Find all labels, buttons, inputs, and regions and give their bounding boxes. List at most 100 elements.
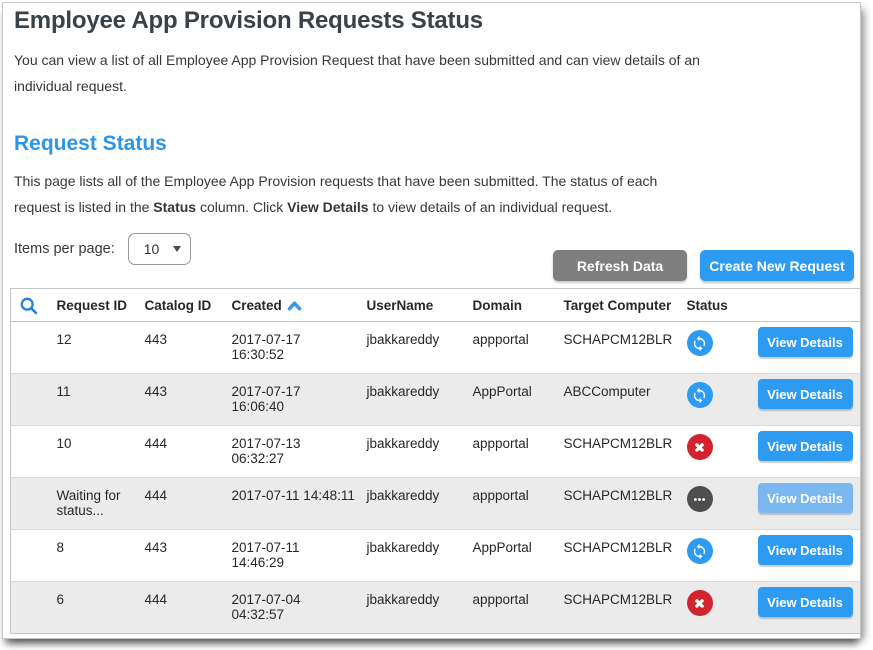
cell-spacer [11, 426, 46, 478]
error-x-icon [687, 590, 713, 616]
view-details-button[interactable]: View Details [758, 431, 853, 461]
chevron-down-icon [173, 246, 181, 252]
view-details-button[interactable]: View Details [758, 587, 853, 617]
cell-created: 2017-07-13 06:32:27 [221, 426, 356, 478]
caret-up-icon [287, 300, 302, 311]
section-desc-text-2: column. Click [196, 199, 287, 215]
cell-spacer [11, 582, 46, 634]
cell-domain: appportal [462, 322, 553, 374]
cell-target-computer: SCHAPCM12BLR [553, 426, 676, 478]
column-header-created[interactable]: Created [221, 289, 356, 322]
cell-status [676, 530, 746, 582]
app-window: Employee App Provision Requests Status Y… [2, 2, 861, 639]
page-intro: You can view a list of all Employee App … [14, 47, 714, 99]
search-icon [19, 296, 39, 316]
cell-actions: View Details [746, 374, 861, 426]
view-details-button[interactable]: View Details [758, 327, 853, 357]
cell-request-id: 11 [46, 374, 134, 426]
cell-username: jbakkareddy [356, 374, 462, 426]
table-row: 11 443 2017-07-17 16:06:40 jbakkareddy A… [11, 374, 861, 426]
column-header-domain[interactable]: Domain [462, 289, 553, 322]
table-row: 8 443 2017-07-11 14:46:29 jbakkareddy Ap… [11, 530, 861, 582]
cell-created: 2017-07-17 16:06:40 [221, 374, 356, 426]
column-header-target-computer[interactable]: Target Computer [553, 289, 676, 322]
cell-catalog-id: 444 [134, 426, 221, 478]
sync-icon [687, 382, 713, 408]
cell-request-id: 12 [46, 322, 134, 374]
cell-domain: appportal [462, 582, 553, 634]
cell-domain: AppPortal [462, 530, 553, 582]
items-per-page-value: 10 [144, 241, 160, 257]
cell-target-computer: SCHAPCM12BLR [553, 582, 676, 634]
cell-catalog-id: 443 [134, 530, 221, 582]
ellipsis-icon [687, 486, 713, 512]
column-header-request-id[interactable]: Request ID [46, 289, 134, 322]
cell-created: 2017-07-11 14:48:11 [221, 478, 356, 530]
table-search-toggle[interactable] [11, 289, 46, 322]
cell-catalog-id: 443 [134, 322, 221, 374]
cell-actions: View Details [746, 478, 861, 530]
cell-target-computer: SCHAPCM12BLR [553, 478, 676, 530]
cell-catalog-id: 443 [134, 374, 221, 426]
section-heading: Request Status [14, 132, 167, 156]
cell-request-id: 10 [46, 426, 134, 478]
cell-username: jbakkareddy [356, 426, 462, 478]
cell-spacer [11, 374, 46, 426]
table-row: Waiting for status... 444 2017-07-11 14:… [11, 478, 861, 530]
sync-icon [687, 538, 713, 564]
cell-target-computer: SCHAPCM12BLR [553, 530, 676, 582]
cell-created: 2017-07-17 16:30:52 [221, 322, 356, 374]
cell-status [676, 478, 746, 530]
table-row: 10 444 2017-07-13 06:32:27 jbakkareddy a… [11, 426, 861, 478]
cell-username: jbakkareddy [356, 582, 462, 634]
cell-created: 2017-07-11 14:46:29 [221, 530, 356, 582]
cell-spacer [11, 530, 46, 582]
section-description: This page lists all of the Employee App … [14, 168, 669, 220]
cell-status [676, 374, 746, 426]
view-details-button[interactable]: View Details [758, 483, 853, 513]
cell-catalog-id: 444 [134, 478, 221, 530]
column-header-status[interactable]: Status [676, 289, 746, 322]
items-per-page-label: Items per page: [14, 241, 115, 257]
cell-request-id: 8 [46, 530, 134, 582]
cell-target-computer: ABCComputer [553, 374, 676, 426]
sync-icon [687, 330, 713, 356]
cell-catalog-id: 444 [134, 582, 221, 634]
items-per-page-control: Items per page: 10 [14, 233, 191, 265]
cell-spacer [11, 322, 46, 374]
cell-created: 2017-07-04 04:32:57 [221, 582, 356, 634]
cell-actions: View Details [746, 530, 861, 582]
cell-domain: appportal [462, 426, 553, 478]
request-status-table: Request ID Catalog ID Created UserName D… [10, 288, 861, 634]
column-header-catalog-id[interactable]: Catalog ID [134, 289, 221, 322]
error-x-icon [687, 434, 713, 460]
column-header-actions [746, 289, 861, 322]
cell-actions: View Details [746, 426, 861, 478]
cell-spacer [11, 478, 46, 530]
cell-status [676, 582, 746, 634]
section-desc-text-3: to view details of an individual request… [369, 199, 613, 215]
table-action-buttons: Refresh Data Create New Request [553, 250, 854, 281]
cell-status [676, 426, 746, 478]
page-title: Employee App Provision Requests Status [14, 7, 483, 35]
column-header-created-label: Created [232, 298, 282, 313]
request-table-body: 12 443 2017-07-17 16:30:52 jbakkareddy a… [11, 322, 861, 634]
view-details-button[interactable]: View Details [758, 379, 853, 409]
cell-domain: AppPortal [462, 374, 553, 426]
table-row: 6 444 2017-07-04 04:32:57 jbakkareddy ap… [11, 582, 861, 634]
create-new-request-button[interactable]: Create New Request [700, 250, 854, 281]
cell-username: jbakkareddy [356, 322, 462, 374]
table-row: 12 443 2017-07-17 16:30:52 jbakkareddy a… [11, 322, 861, 374]
cell-actions: View Details [746, 582, 861, 634]
cell-request-id: Waiting for status... [46, 478, 134, 530]
items-per-page-select[interactable]: 10 [128, 233, 191, 265]
refresh-data-button[interactable]: Refresh Data [553, 250, 687, 281]
cell-username: jbakkareddy [356, 530, 462, 582]
cell-actions: View Details [746, 322, 861, 374]
column-header-username[interactable]: UserName [356, 289, 462, 322]
cell-username: jbakkareddy [356, 478, 462, 530]
table-header-row: Request ID Catalog ID Created UserName D… [11, 289, 861, 322]
cell-request-id: 6 [46, 582, 134, 634]
section-desc-bold-status: Status [153, 199, 196, 215]
view-details-button[interactable]: View Details [758, 535, 853, 565]
